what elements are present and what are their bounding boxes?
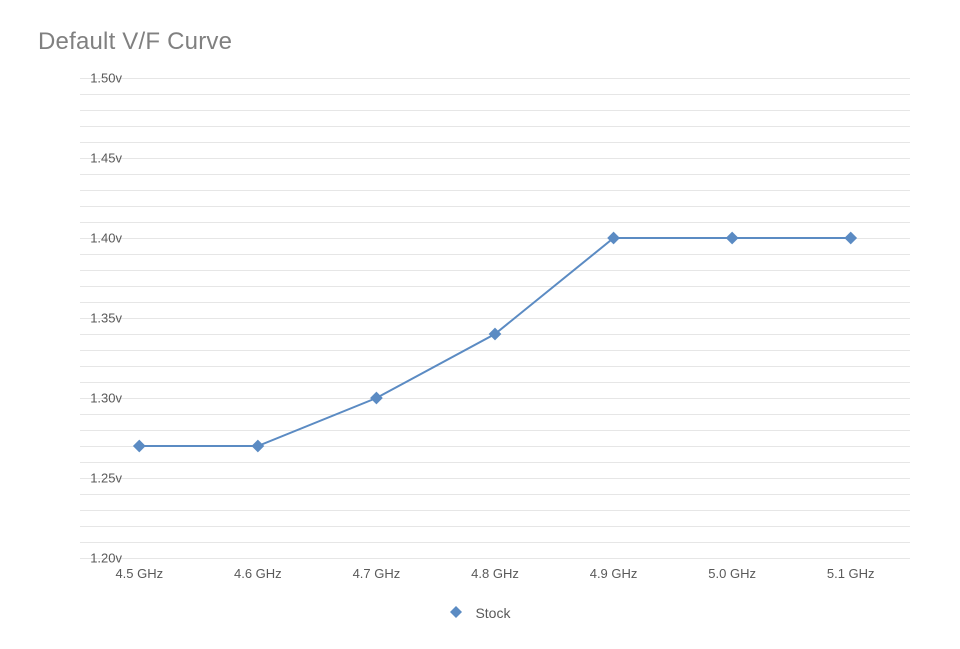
data-point-marker	[252, 440, 263, 451]
y-axis-tick: 1.20v	[62, 551, 122, 566]
series-line-stock	[139, 238, 850, 446]
x-axis-tick: 5.1 GHz	[827, 566, 875, 581]
y-axis-tick: 1.25v	[62, 471, 122, 486]
data-point-marker	[845, 232, 856, 243]
chart-container: Default V/F Curve Stock 1.20v 1.25v 1.30v 1…	[0, 0, 960, 649]
plot-area	[80, 78, 910, 558]
y-axis-tick: 1.40v	[62, 231, 122, 246]
line-chart-svg	[80, 78, 910, 558]
data-point-marker	[371, 392, 382, 403]
legend-marker-stock	[450, 605, 462, 621]
data-point-marker	[134, 440, 145, 451]
x-axis-tick: 4.7 GHz	[353, 566, 401, 581]
x-axis-tick: 4.6 GHz	[234, 566, 282, 581]
data-point-marker	[726, 232, 737, 243]
chart-title: Default V/F Curve	[38, 28, 232, 56]
y-axis-tick: 1.50v	[62, 71, 122, 86]
x-axis-tick: 4.5 GHz	[115, 566, 163, 581]
y-axis-tick: 1.45v	[62, 151, 122, 166]
x-axis-tick: 5.0 GHz	[708, 566, 756, 581]
x-axis-tick: 4.9 GHz	[590, 566, 638, 581]
y-axis-tick: 1.35v	[62, 311, 122, 326]
legend-label-stock: Stock	[475, 605, 510, 621]
y-axis-tick: 1.30v	[62, 391, 122, 406]
gridline	[80, 558, 910, 559]
legend: Stock	[0, 604, 960, 621]
series-stock	[134, 232, 857, 451]
x-axis-tick: 4.8 GHz	[471, 566, 519, 581]
